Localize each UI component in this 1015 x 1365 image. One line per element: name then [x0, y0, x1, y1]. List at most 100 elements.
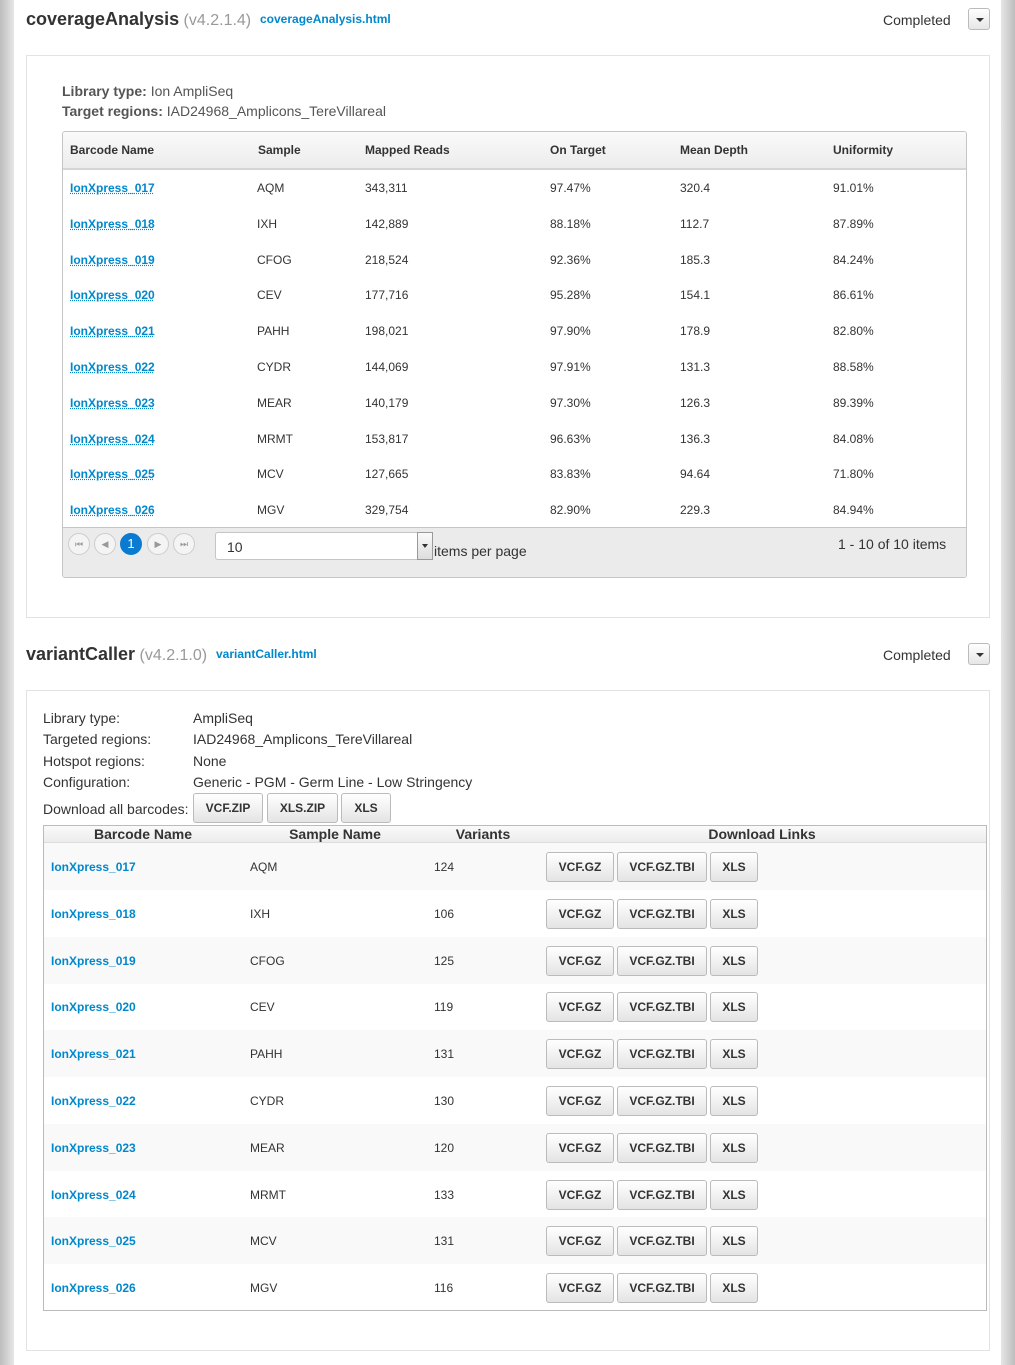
col-uniformity[interactable]: Uniformity: [833, 143, 893, 157]
vcf-gz-tbi-download-button[interactable]: VCF.GZ.TBI: [617, 1273, 707, 1304]
uniformity-cell: 89.39%: [833, 395, 874, 410]
barcode-link[interactable]: IonXpress_019: [51, 954, 136, 968]
barcode-link[interactable]: IonXpress_022: [70, 360, 155, 374]
xls-download-button[interactable]: XLS: [710, 992, 758, 1023]
download-all-vcf-zip-button[interactable]: VCF.ZIP: [193, 793, 263, 823]
variant-actions-dropdown[interactable]: [968, 643, 990, 665]
coverage-actions-dropdown[interactable]: [968, 8, 990, 30]
sample-cell: MRMT: [257, 431, 293, 446]
col-on-target[interactable]: On Target: [550, 143, 606, 157]
barcode-link[interactable]: IonXpress_018: [70, 217, 155, 231]
vcf-gz-download-button[interactable]: VCF.GZ: [546, 1039, 614, 1070]
coverage-grid-header: Barcode Name Sample Mapped Reads On Targ…: [63, 132, 966, 170]
vcf-gz-tbi-download-button[interactable]: VCF.GZ.TBI: [617, 1086, 707, 1116]
barcode-link[interactable]: IonXpress_017: [51, 860, 136, 874]
uniformity-cell: 88.58%: [833, 360, 874, 374]
targeted-regions-value: IAD24968_Amplicons_TereVillareal: [193, 731, 413, 747]
vcf-gz-download-button[interactable]: VCF.GZ: [546, 1086, 614, 1116]
xls-download-button[interactable]: XLS: [710, 945, 758, 976]
table-row: IonXpress_021 PAHH 131 VCF.GZ VCF.GZ.TBI XLS: [44, 1030, 986, 1078]
col-mapped-reads[interactable]: Mapped Reads: [365, 143, 450, 157]
vcf-gz-tbi-download-button[interactable]: VCF.GZ.TBI: [617, 1132, 707, 1163]
variants-cell: 125: [434, 953, 455, 968]
col-mean-depth[interactable]: Mean Depth: [680, 143, 748, 157]
vcf-gz-download-button[interactable]: VCF.GZ: [546, 1179, 614, 1210]
vcf-gz-tbi-download-button[interactable]: VCF.GZ.TBI: [617, 898, 707, 929]
vcf-gz-tbi-download-button[interactable]: VCF.GZ.TBI: [617, 1226, 707, 1257]
barcode-link[interactable]: IonXpress_024: [51, 1188, 136, 1202]
barcode-link[interactable]: IonXpress_023: [70, 396, 155, 410]
vcf-gz-download-button[interactable]: VCF.GZ: [546, 945, 614, 976]
mapped-reads-cell: 140,179: [365, 395, 409, 410]
vcf-gz-download-button[interactable]: VCF.GZ: [546, 1132, 614, 1163]
on-target-cell: 96.63%: [550, 431, 591, 446]
download-all-xls-zip-button[interactable]: XLS.ZIP: [267, 793, 338, 823]
vcf-gz-download-button[interactable]: VCF.GZ: [546, 852, 614, 882]
barcode-link[interactable]: IonXpress_024: [70, 432, 155, 446]
chevron-down-icon[interactable]: [417, 532, 433, 560]
coverage-library-type: Library type: Ion AmpliSeq: [62, 83, 233, 99]
first-page-button[interactable]: ⏮: [68, 533, 90, 555]
xls-download-button[interactable]: XLS: [710, 1039, 758, 1070]
mean-depth-cell: 178.9: [680, 324, 711, 339]
xls-download-button[interactable]: XLS: [710, 1226, 758, 1257]
barcode-link[interactable]: IonXpress_021: [51, 1047, 136, 1061]
coverage-report-link[interactable]: coverageAnalysis.html: [260, 12, 391, 26]
barcode-link[interactable]: IonXpress_025: [51, 1234, 136, 1248]
table-row: IonXpress_026 MGV 116 VCF.GZ VCF.GZ.TBI XLS: [44, 1264, 986, 1310]
vcf-gz-tbi-download-button[interactable]: VCF.GZ.TBI: [617, 992, 707, 1023]
barcode-link[interactable]: IonXpress_023: [51, 1141, 136, 1155]
vcf-gz-tbi-download-button[interactable]: VCF.GZ.TBI: [617, 945, 707, 976]
xls-download-button[interactable]: XLS: [710, 852, 758, 882]
table-row: IonXpress_020 CEV 119 VCF.GZ VCF.GZ.TBI XLS: [44, 983, 986, 1030]
variant-table: Barcode Name Sample Name Variants Downlo…: [43, 825, 987, 1311]
vcf-gz-download-button[interactable]: VCF.GZ: [546, 1273, 614, 1304]
prev-page-button[interactable]: ◀: [94, 533, 116, 555]
vcf-gz-tbi-download-button[interactable]: VCF.GZ.TBI: [617, 1039, 707, 1070]
on-target-cell: 97.47%: [550, 181, 591, 195]
vcf-gz-tbi-download-button[interactable]: VCF.GZ.TBI: [617, 1179, 707, 1210]
xls-download-button[interactable]: XLS: [710, 1132, 758, 1163]
barcode-link[interactable]: IonXpress_025: [70, 467, 155, 481]
variants-cell: 106: [434, 906, 455, 921]
variants-cell: 131: [434, 1234, 455, 1249]
uniformity-cell: 82.80%: [833, 324, 874, 339]
on-target-cell: 92.36%: [550, 252, 591, 267]
vcf-gz-tbi-download-button[interactable]: VCF.GZ.TBI: [617, 852, 707, 882]
barcode-link[interactable]: IonXpress_022: [51, 1094, 136, 1108]
uniformity-cell: 71.80%: [833, 467, 874, 482]
variants-cell: 119: [434, 1000, 454, 1015]
coverage-grid: Barcode Name Sample Mapped Reads On Targ…: [62, 131, 967, 578]
mean-depth-cell: 320.4: [680, 181, 711, 195]
barcode-link[interactable]: IonXpress_021: [70, 324, 155, 338]
on-target-cell: 88.18%: [550, 216, 591, 231]
barcode-link[interactable]: IonXpress_020: [51, 1000, 136, 1014]
col-barcode-name[interactable]: Barcode Name: [70, 143, 154, 157]
xls-download-button[interactable]: XLS: [710, 898, 758, 929]
last-page-button[interactable]: ⏭: [173, 533, 195, 555]
vcf-gz-download-button[interactable]: VCF.GZ: [546, 898, 614, 929]
xls-download-button[interactable]: XLS: [710, 1086, 758, 1116]
barcode-link[interactable]: IonXpress_026: [51, 1281, 136, 1295]
col-barcode-name: Barcode Name: [93, 826, 193, 842]
xls-download-button[interactable]: XLS: [710, 1273, 758, 1304]
col-sample[interactable]: Sample: [258, 143, 301, 157]
mapped-reads-cell: 177,716: [365, 288, 409, 303]
barcode-link[interactable]: IonXpress_019: [70, 253, 155, 267]
xls-download-button[interactable]: XLS: [710, 1179, 758, 1210]
mapped-reads-cell: 153,817: [365, 431, 409, 446]
page-size-select[interactable]: 10: [215, 532, 433, 560]
barcode-link[interactable]: IonXpress_020: [70, 288, 155, 302]
page-1-button[interactable]: 1: [120, 533, 142, 555]
vcf-gz-download-button[interactable]: VCF.GZ: [546, 1226, 614, 1257]
barcode-link[interactable]: IonXpress_017: [70, 181, 155, 195]
download-all-xls-button[interactable]: XLS: [341, 793, 391, 823]
next-page-button[interactable]: ▶: [147, 533, 169, 555]
sample-cell: MGV: [250, 1281, 278, 1296]
hotspot-regions-value: None: [193, 753, 227, 769]
variant-report-link[interactable]: variantCaller.html: [216, 647, 317, 661]
barcode-link[interactable]: IonXpress_018: [51, 907, 136, 921]
barcode-link[interactable]: IonXpress_026: [70, 503, 155, 517]
variant-title: variantCaller: [26, 644, 136, 664]
vcf-gz-download-button[interactable]: VCF.GZ: [546, 992, 614, 1023]
